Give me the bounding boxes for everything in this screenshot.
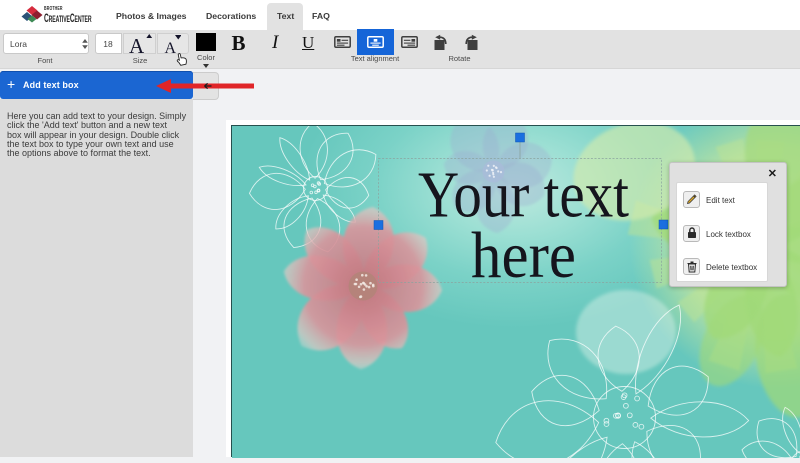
svg-text:here: here [471,219,576,292]
